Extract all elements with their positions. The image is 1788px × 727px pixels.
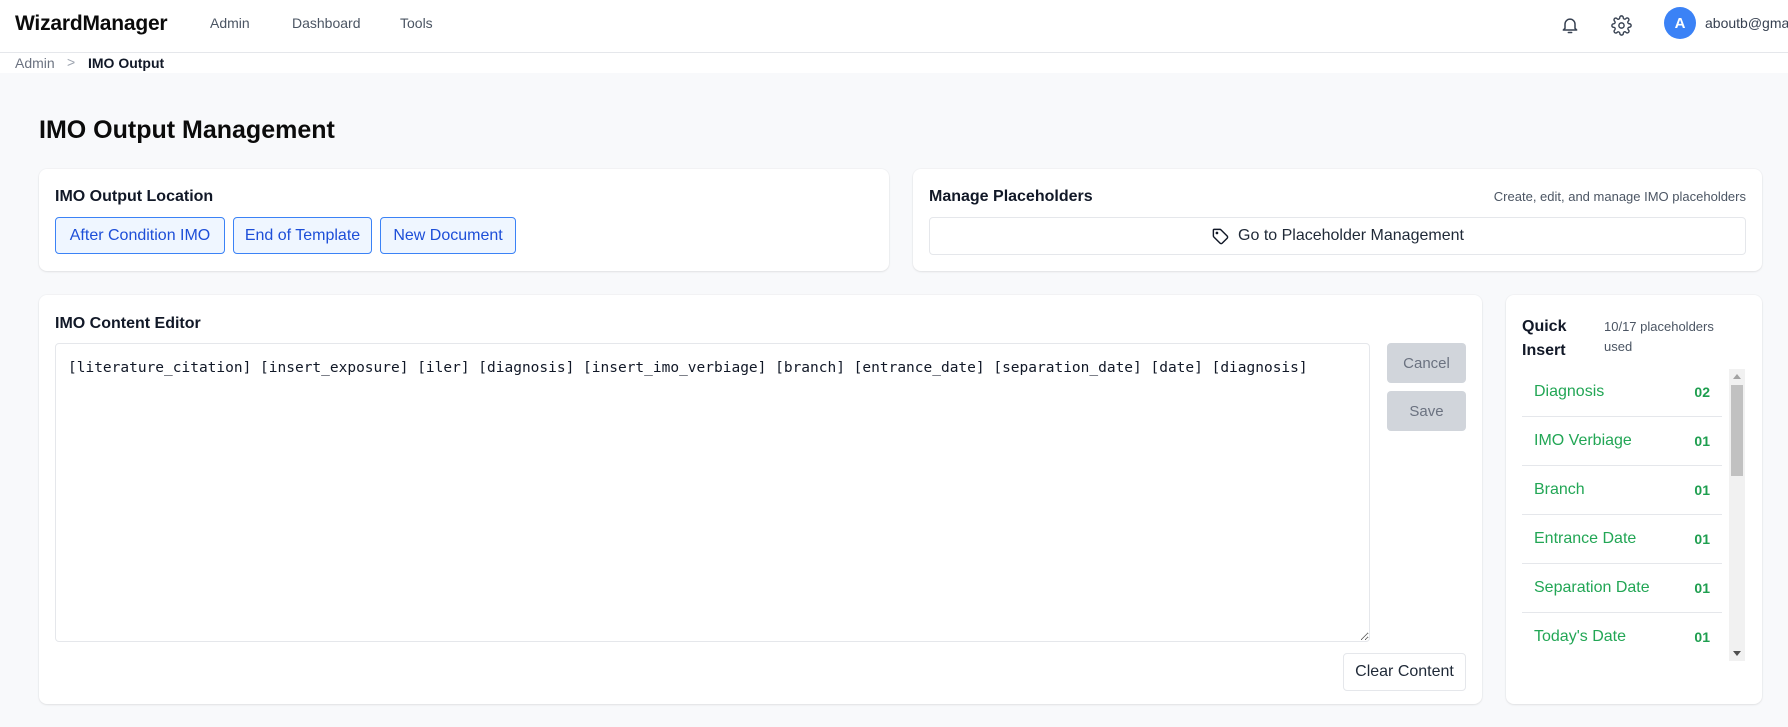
output-location-title: IMO Output Location (55, 188, 214, 205)
quick-insert-item-count: 01 (1694, 482, 1710, 498)
go-to-placeholder-management-label: Go to Placeholder Management (1238, 227, 1464, 244)
location-new-document-button[interactable]: New Document (380, 217, 516, 254)
clear-content-button[interactable]: Clear Content (1343, 653, 1466, 691)
quick-insert-title: Quick Insert (1522, 318, 1567, 359)
scrollbar-thumb[interactable] (1731, 385, 1743, 476)
nav-item-dashboard[interactable]: Dashboard (292, 15, 361, 31)
quick-insert-item-label: Diagnosis (1534, 383, 1605, 400)
gear-icon (1610, 14, 1632, 36)
user-email[interactable]: aboutb@gma (1705, 15, 1788, 31)
user-avatar[interactable]: A (1664, 7, 1696, 39)
settings-button[interactable] (1608, 12, 1634, 38)
quick-insert-item-count: 01 (1694, 433, 1710, 449)
quick-insert-item-label: Separation Date (1534, 579, 1650, 596)
manage-placeholders-subtitle: Create, edit, and manage IMO placeholder… (1493, 189, 1746, 204)
scroll-down-arrow-icon[interactable] (1733, 651, 1741, 656)
quick-insert-item-diagnosis[interactable]: Diagnosis 02 (1522, 368, 1722, 417)
go-to-placeholder-management-button[interactable]: Go to Placeholder Management (929, 217, 1746, 255)
breadcrumb: Admin > IMO Output (0, 53, 1788, 73)
chevron-right-icon: > (67, 54, 76, 70)
quick-insert-list: Diagnosis 02 IMO Verbiage 01 Branch 01 E… (1522, 368, 1722, 653)
manage-placeholders-card: Manage Placeholders Create, edit, and ma… (913, 169, 1762, 271)
quick-insert-item-entrance-date[interactable]: Entrance Date 01 (1522, 515, 1722, 564)
location-after-condition-imo-button[interactable]: After Condition IMO (55, 217, 225, 254)
notifications-button[interactable] (1557, 12, 1583, 38)
tag-icon (1212, 228, 1229, 244)
breadcrumb-current: IMO Output (88, 55, 165, 71)
quick-insert-scrollbar[interactable] (1729, 369, 1745, 661)
quick-insert-item-label: Entrance Date (1534, 530, 1637, 547)
manage-placeholders-title: Manage Placeholders (929, 188, 1093, 205)
bell-icon (1562, 18, 1578, 34)
top-navigation-bar: WizardManager Admin Dashboard Tools A ab… (0, 0, 1788, 53)
scroll-up-arrow-icon[interactable] (1733, 374, 1741, 379)
quick-insert-item-separation-date[interactable]: Separation Date 01 (1522, 564, 1722, 613)
imo-content-editor-title: IMO Content Editor (55, 315, 201, 332)
nav-item-admin[interactable]: Admin (210, 15, 250, 31)
quick-insert-item-count: 02 (1694, 384, 1710, 400)
quick-insert-item-count: 01 (1694, 531, 1710, 547)
quick-insert-card: Quick Insert 10/17 placeholders used Dia… (1506, 295, 1762, 704)
location-end-of-template-button[interactable]: End of Template (233, 217, 372, 254)
save-button[interactable]: Save (1387, 391, 1466, 431)
nav-item-tools[interactable]: Tools (400, 15, 433, 31)
cancel-button[interactable]: Cancel (1387, 343, 1466, 383)
quick-insert-item-todays-date[interactable]: Today's Date 01 (1522, 613, 1722, 653)
quick-insert-item-label: IMO Verbiage (1534, 432, 1632, 449)
imo-content-textarea[interactable] (55, 343, 1370, 642)
quick-insert-item-count: 01 (1694, 580, 1710, 596)
breadcrumb-admin-link[interactable]: Admin (15, 55, 55, 71)
quick-insert-item-imo-verbiage[interactable]: IMO Verbiage 01 (1522, 417, 1722, 466)
page-title: IMO Output Management (39, 116, 335, 144)
quick-insert-item-label: Branch (1534, 481, 1585, 498)
output-location-card: IMO Output Location After Condition IMO … (39, 169, 889, 271)
placeholders-usage: 10/17 placeholders used (1604, 319, 1714, 354)
quick-insert-item-label: Today's Date (1534, 628, 1626, 645)
imo-content-editor-card: IMO Content Editor Cancel Save Clear Con… (39, 295, 1482, 704)
app-logo[interactable]: WizardManager (15, 12, 168, 36)
quick-insert-item-count: 01 (1694, 629, 1710, 645)
quick-insert-item-branch[interactable]: Branch 01 (1522, 466, 1722, 515)
